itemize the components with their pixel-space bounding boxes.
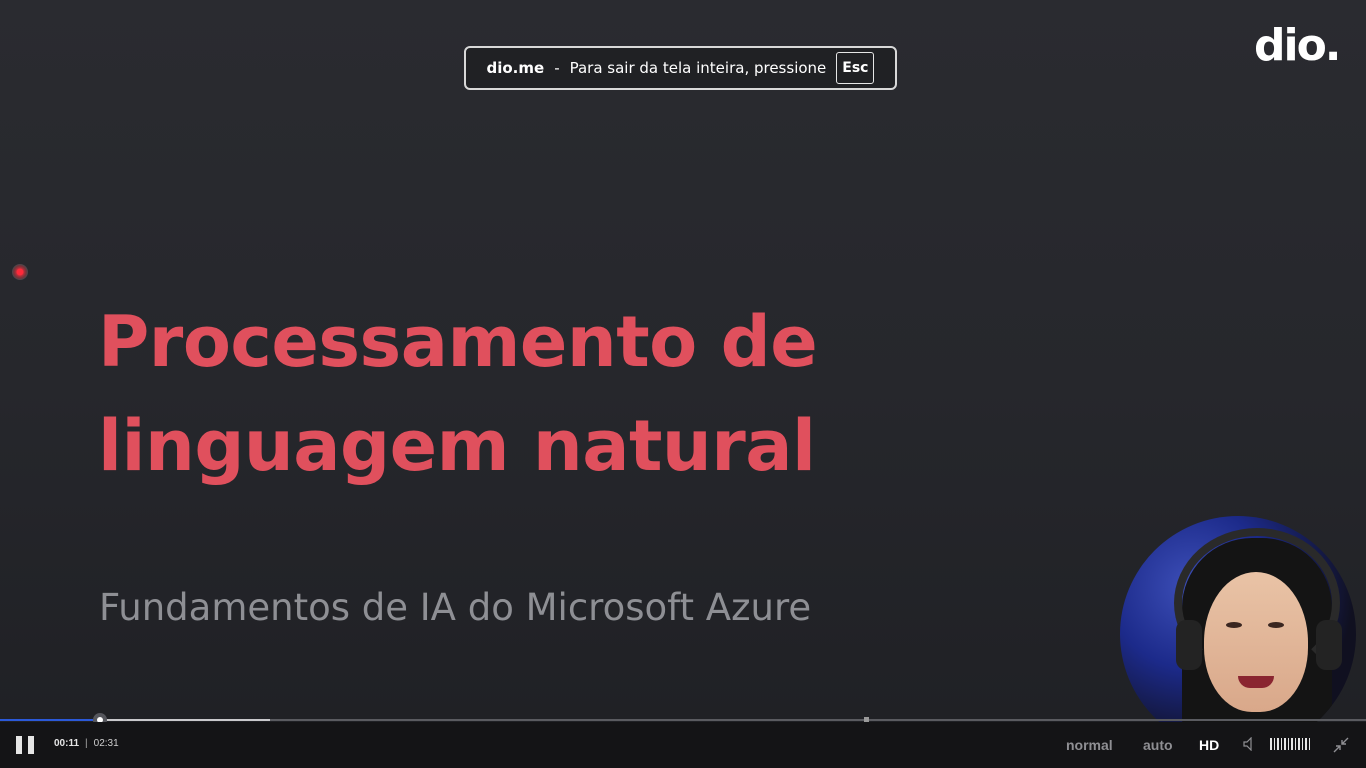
slide-title: Processamento de linguagem natural	[98, 290, 998, 498]
slide-title-line-1: Processamento de	[98, 301, 818, 383]
progress-bar[interactable]	[0, 713, 1366, 727]
presenter-webcam	[1120, 516, 1356, 752]
volume-level-bar	[1277, 738, 1279, 750]
fullscreen-notice: dio.me - Para sair da tela inteira, pres…	[464, 46, 897, 90]
notice-esc-key: Esc	[836, 52, 875, 84]
volume-level-bar	[1298, 738, 1300, 750]
headset-ear-left	[1176, 620, 1202, 670]
playback-speed-button[interactable]: normal	[1066, 737, 1113, 753]
progress-played	[0, 719, 100, 721]
slide-title-line-2: linguagem natural	[98, 405, 816, 487]
time-display: 00:11 | 02:31	[54, 738, 119, 749]
notice-separator: -	[554, 59, 560, 77]
volume-level-bar	[1284, 738, 1286, 750]
pause-button[interactable]	[16, 736, 36, 754]
duration: 02:31	[93, 738, 119, 749]
notice-message: Para sair da tela inteira, pressione	[569, 59, 827, 77]
volume-level-bar	[1280, 738, 1282, 750]
notice-site: dio.me	[486, 59, 545, 77]
volume-level-bar	[1291, 738, 1293, 750]
pause-icon-bar-right	[28, 736, 34, 754]
quality-auto-button[interactable]: auto	[1143, 737, 1173, 753]
volume-level-bar	[1301, 738, 1303, 750]
speaker-icon[interactable]	[1243, 737, 1259, 751]
time-separator: |	[85, 738, 88, 749]
volume-level-bar	[1273, 738, 1275, 750]
exit-fullscreen-icon[interactable]	[1332, 736, 1350, 754]
volume-level-bar	[1308, 738, 1310, 750]
player-control-bar: 00:11 | 02:31 normal auto HD	[0, 722, 1366, 768]
volume-level-bar	[1270, 738, 1272, 750]
hd-button[interactable]: HD	[1199, 737, 1219, 753]
headset-ear-right	[1316, 620, 1342, 670]
volume-level-bar	[1294, 738, 1296, 750]
volume-slider[interactable]	[1270, 738, 1310, 750]
pause-icon-bar-left	[16, 736, 22, 754]
laser-pointer-dot	[12, 264, 28, 280]
current-time: 00:11	[54, 738, 80, 749]
volume-level-bar	[1305, 738, 1307, 750]
video-player[interactable]: dio.me - Para sair da tela inteira, pres…	[0, 0, 1366, 768]
dio-logo: dio.	[1254, 20, 1342, 71]
volume-level-bar	[1287, 738, 1289, 750]
slide-subtitle: Fundamentos de IA do Microsoft Azure	[99, 586, 812, 629]
